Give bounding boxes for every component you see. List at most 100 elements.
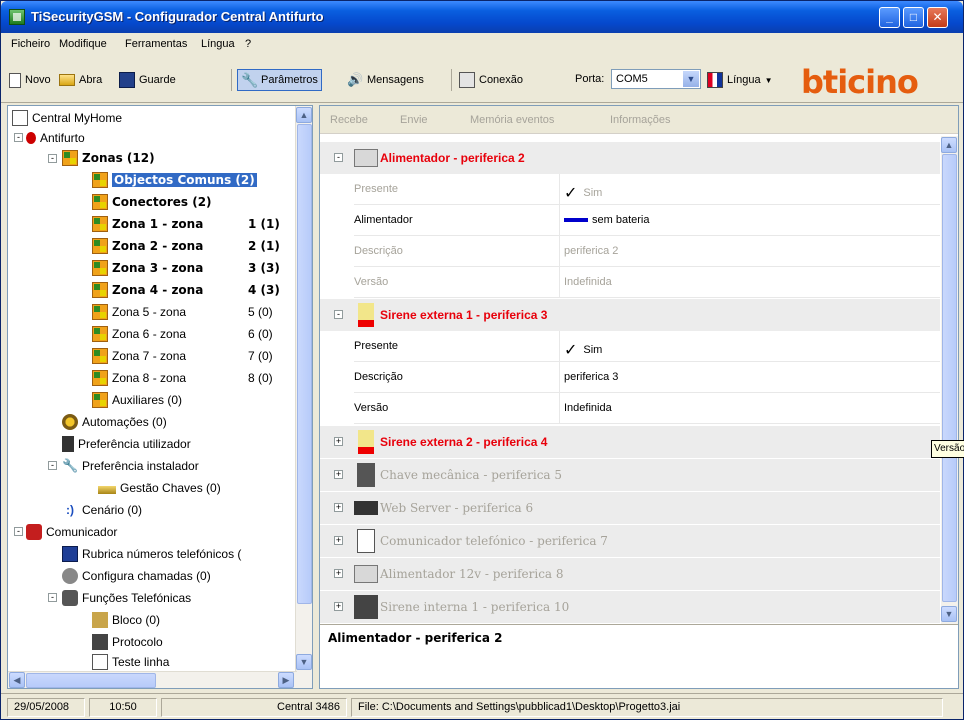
menu-help[interactable]: ? [245, 38, 251, 50]
close-button[interactable]: ✕ [927, 7, 948, 28]
expand-icon[interactable]: + [334, 602, 343, 611]
tree-item-protocolo[interactable]: Protocolo [92, 632, 163, 652]
tree-horizontal-scrollbar[interactable]: ◀ ▶ [8, 671, 297, 688]
conexao-button[interactable]: Conexão [459, 69, 523, 91]
menu-ficheiro[interactable]: Ficheiro [11, 38, 50, 50]
collapse-icon[interactable]: - [334, 153, 343, 162]
description-panel: Alimentador - periferica 2 [320, 624, 958, 688]
tree-item-antifurto[interactable]: Antifurto [26, 128, 85, 148]
memoria-eventos-button[interactable]: Memória eventos [470, 114, 554, 126]
menu-ferramentas[interactable]: Ferramentas [125, 38, 187, 50]
porta-label: Porta: [575, 73, 605, 85]
tree-item-zona-5[interactable]: Zona 5 - zona [92, 302, 186, 322]
sub-toolbar: Recebe Envie Memória eventos Informações [320, 106, 958, 134]
group-sirene-externa-2[interactable]: + Sirene externa 2 - periferica 4 [320, 426, 940, 458]
property-row[interactable]: Descrição periferica 2 [354, 236, 940, 267]
grid-vertical-scrollbar[interactable]: ▲ ▼ [941, 136, 958, 624]
expand-icon[interactable]: + [334, 536, 343, 545]
abra-button[interactable]: Abra [59, 69, 102, 91]
collapse-icon[interactable]: - [48, 154, 57, 163]
guarde-button[interactable]: Guarde [119, 69, 176, 91]
tree-item-gestao-chaves[interactable]: Gestão Chaves (0) [98, 478, 221, 498]
property-row[interactable]: Versão Indefinida [354, 393, 940, 424]
description-title: Alimentador - periferica 2 [328, 631, 503, 645]
mensagens-button[interactable]: 🔊 Mensagens [347, 69, 424, 91]
collapse-icon[interactable]: - [14, 133, 23, 142]
group-alimentador-12v[interactable]: + Alimentador 12v - periferica 8 [320, 558, 940, 590]
tree-item-pref-instalador[interactable]: 🔧 Preferência instalador [62, 456, 199, 476]
recebe-button[interactable]: Recebe [330, 114, 368, 126]
tree-item-rubrica[interactable]: Rubrica números telefónicos ( [62, 544, 241, 564]
informacoes-button[interactable]: Informações [610, 114, 671, 126]
tree-item-cenario[interactable]: :) Cenário (0) [62, 500, 142, 520]
zone-icon [62, 150, 78, 166]
collapse-icon[interactable]: - [48, 461, 57, 470]
tree-item-funcoes-telefonicas[interactable]: Funções Telefónicas [62, 588, 191, 608]
save-icon [119, 72, 135, 88]
tree-item-zonas[interactable]: Zonas (12) [62, 148, 155, 168]
scroll-down-icon[interactable]: ▼ [296, 654, 312, 670]
zone-icon [92, 304, 108, 320]
tree-item-central[interactable]: Central MyHome [12, 108, 122, 128]
title-bar[interactable]: TiSecurityGSM - Configurador Central Ant… [1, 1, 963, 33]
expand-icon[interactable]: + [334, 437, 343, 446]
maximize-button[interactable]: □ [903, 7, 924, 28]
collapse-icon[interactable]: - [334, 310, 343, 319]
scroll-left-icon[interactable]: ◀ [9, 672, 25, 688]
parametros-button[interactable]: 🔧 Parâmetros [237, 69, 322, 91]
scroll-thumb[interactable] [297, 124, 312, 604]
tree-item-comunicador[interactable]: Comunicador [26, 522, 117, 542]
tree-item-zona-7[interactable]: Zona 7 - zona [92, 346, 186, 366]
property-row[interactable]: Versão Indefinida [354, 267, 940, 298]
brand-logo: bticino [801, 63, 919, 101]
group-sirene-interna[interactable]: + Sirene interna 1 - periferica 10 [320, 591, 940, 623]
tree-item-teste-linha[interactable]: Teste linha [92, 652, 169, 672]
group-chave-mecanica[interactable]: + Chave mecânica - periferica 5 [320, 459, 940, 491]
expand-icon[interactable]: + [334, 470, 343, 479]
tree-item-automacoes[interactable]: Automações (0) [62, 412, 167, 432]
minimize-button[interactable]: _ [879, 7, 900, 28]
property-row[interactable]: Presente ✓ Sim [354, 331, 940, 362]
scroll-up-icon[interactable]: ▲ [296, 107, 312, 123]
group-sirene-externa-1[interactable]: - Sirene externa 1 - periferica 3 [320, 299, 940, 331]
scroll-thumb[interactable] [26, 673, 156, 688]
property-row[interactable]: Presente ✓ Sim [354, 174, 940, 205]
tree-vertical-scrollbar[interactable]: ▲ ▼ [295, 106, 312, 688]
group-web-server[interactable]: + Web Server - periferica 6 [320, 492, 940, 524]
speaker-icon: 🔊 [347, 72, 364, 87]
tree-item-zona-4[interactable]: Zona 4 - zona [92, 280, 203, 300]
phone-functions-icon [62, 590, 78, 606]
scroll-up-icon[interactable]: ▲ [941, 137, 957, 153]
tree-item-bloco[interactable]: Bloco (0) [92, 610, 160, 630]
tree-item-configura-chamadas[interactable]: Configura chamadas (0) [62, 566, 211, 586]
scroll-down-icon[interactable]: ▼ [941, 606, 957, 622]
group-alimentador-2[interactable]: - Alimentador - periferica 2 [320, 142, 940, 174]
expand-icon[interactable]: + [334, 503, 343, 512]
menu-lingua[interactable]: Língua [201, 38, 235, 50]
tree-item-pref-utilizador[interactable]: Preferência utilizador [62, 434, 191, 454]
porta-select[interactable]: COM5 ▼ [611, 69, 701, 89]
property-row[interactable]: Alimentador sem bateria [354, 205, 940, 236]
tree-item-objectos-comuns[interactable]: Objectos Comuns (2) [92, 170, 257, 190]
tree-item-zona-8[interactable]: Zona 8 - zona [92, 368, 186, 388]
tree-item-zona-1[interactable]: Zona 1 - zona [92, 214, 203, 234]
group-comunicador-telefonico[interactable]: + Comunicador telefónico - periferica 7 [320, 525, 940, 557]
tree-item-zona-3[interactable]: Zona 3 - zona [92, 258, 203, 278]
tree-item-zona-2[interactable]: Zona 2 - zona [92, 236, 203, 256]
menu-modifique[interactable]: Modifique [59, 38, 107, 50]
app-window: TiSecurityGSM - Configurador Central Ant… [0, 0, 964, 720]
scroll-right-icon[interactable]: ▶ [278, 672, 294, 688]
tree-item-conectores[interactable]: Conectores (2) [92, 192, 212, 212]
tree-item-auxiliares[interactable]: Auxiliares (0) [92, 390, 182, 410]
collapse-icon[interactable]: - [48, 593, 57, 602]
novo-button[interactable]: Novo [9, 69, 51, 91]
envie-button[interactable]: Envie [400, 114, 428, 126]
expand-icon[interactable]: + [334, 569, 343, 578]
chevron-down-icon[interactable]: ▼ [683, 71, 699, 87]
status-file: File: C:\Documents and Settings\pubblica… [351, 698, 943, 717]
property-row[interactable]: Descrição periferica 3 [354, 362, 940, 393]
tree-item-zona-6[interactable]: Zona 6 - zona [92, 324, 186, 344]
lingua-button[interactable]: Língua ▼ [707, 69, 773, 91]
collapse-icon[interactable]: - [14, 527, 23, 536]
scroll-thumb[interactable] [942, 154, 957, 602]
